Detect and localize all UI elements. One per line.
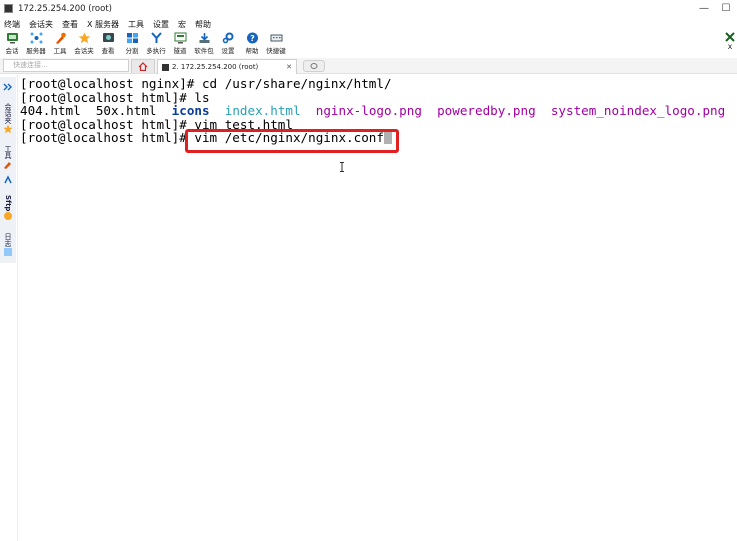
menu-terminal[interactable]: 终端 [0, 19, 25, 30]
toolbar-servers-button[interactable]: 服务器 [24, 31, 48, 55]
main-toolbar: 会话 服务器 工具 会话夹 查看 分割 多执行 隧道 软件包 设置 ? 帮助 快… [0, 31, 737, 58]
menu-bar: 终端 会话夹 查看 X 服务器 工具 设置 宏 帮助 [0, 17, 737, 31]
new-tab-button[interactable] [303, 60, 325, 72]
session-icon [5, 31, 19, 44]
menu-help[interactable]: 帮助 [191, 19, 216, 30]
toolbar-help-button[interactable]: ? 帮助 [240, 31, 264, 55]
multiexec-icon [149, 31, 163, 44]
xserver-button[interactable]: X [723, 31, 737, 57]
terminal-icon [162, 63, 169, 71]
menu-sessions[interactable]: 会话夹 [25, 19, 58, 30]
sidebar-item-macros[interactable] [2, 175, 14, 185]
split-icon [125, 31, 139, 44]
close-tab-icon[interactable]: ✕ [286, 63, 292, 71]
terminal-text: poweredby.png [437, 103, 536, 118]
session-tab-label: 2. 172.25.254.200 (root) [172, 63, 259, 71]
macro-icon [4, 175, 12, 184]
terminal-text: system_noindex_logo.png [550, 103, 726, 118]
text-cursor-icon [340, 162, 344, 172]
view-icon [101, 31, 115, 44]
session-tab[interactable]: 2. 172.25.254.200 (root) ✕ [157, 59, 297, 74]
sidebar-item-log[interactable]: 日志 [2, 233, 14, 257]
menu-settings[interactable]: 设置 [149, 19, 174, 30]
home-tab[interactable] [131, 59, 155, 73]
sidebar-item-tools[interactable]: 工具 [2, 145, 14, 169]
toolbar-sessions-folder-button[interactable]: 会话夹 [72, 31, 96, 55]
tab-row: 快速连接... 2. 172.25.254.200 (root) ✕ [0, 58, 737, 74]
keyboard-icon [269, 31, 283, 44]
minimize-button[interactable]: — [693, 3, 715, 14]
help-icon: ? [245, 31, 259, 44]
toolbar-split-button[interactable]: 分割 [120, 31, 144, 55]
terminal-line: [root@localhost nginx]# cd /usr/share/ng… [20, 77, 737, 91]
maximize-button[interactable]: ☐ [715, 3, 737, 14]
servers-icon [29, 31, 43, 44]
sidebar-item-sftp[interactable]: Sftp [2, 195, 14, 221]
toolbar-packages-button[interactable]: 软件包 [192, 31, 216, 55]
double-chevron-icon [3, 83, 12, 91]
side-panel-toggle[interactable] [2, 83, 14, 91]
toolbar-settings-button[interactable]: 设置 [216, 31, 240, 55]
tools-icon [53, 31, 67, 44]
packages-icon [197, 31, 211, 44]
title-bar: 172.25.254.200 (root) — ☐ [0, 0, 737, 17]
side-panel: 会话夹 工具 Sftp 日志 [0, 75, 18, 541]
window-title: 172.25.254.200 (root) [18, 3, 112, 14]
sidebar-item-sessions[interactable]: 会话夹 [2, 103, 14, 134]
star-icon [3, 124, 13, 134]
home-icon [138, 62, 148, 71]
app-icon [4, 4, 13, 13]
star-icon [77, 31, 91, 44]
toolbar-multiexec-button[interactable]: 多执行 [144, 31, 168, 55]
terminal-text: nginx-logo.png [315, 103, 422, 118]
terminal-line: [root@localhost html]# ls [20, 90, 737, 105]
quick-connect-input[interactable]: 快速连接... [3, 59, 129, 72]
window-controls: — ☐ [693, 0, 737, 17]
gear-icon [221, 31, 235, 44]
svg-text:?: ? [250, 34, 255, 43]
terminal-line: 404.html 50x.html icons index.html nginx… [20, 104, 737, 118]
tunnel-icon [173, 31, 187, 44]
menu-tools[interactable]: 工具 [124, 19, 149, 30]
new-tab-icon [310, 63, 318, 69]
xserver-icon [725, 32, 735, 42]
toolbar-session-button[interactable]: 会话 [0, 31, 24, 55]
menu-xserver[interactable]: X 服务器 [83, 19, 124, 30]
sftp-icon [4, 212, 12, 221]
toolbar-tools-button[interactable]: 工具 [48, 31, 72, 55]
tools-icon [4, 162, 11, 169]
menu-view[interactable]: 查看 [58, 19, 83, 30]
log-icon [4, 248, 12, 256]
toolbar-tunnel-button[interactable]: 隧道 [168, 31, 192, 55]
toolbar-shortcuts-button[interactable]: 快捷键 [264, 31, 288, 55]
menu-macros[interactable]: 宏 [174, 19, 191, 30]
highlight-annotation [185, 129, 399, 153]
toolbar-view-button[interactable]: 查看 [96, 31, 120, 55]
